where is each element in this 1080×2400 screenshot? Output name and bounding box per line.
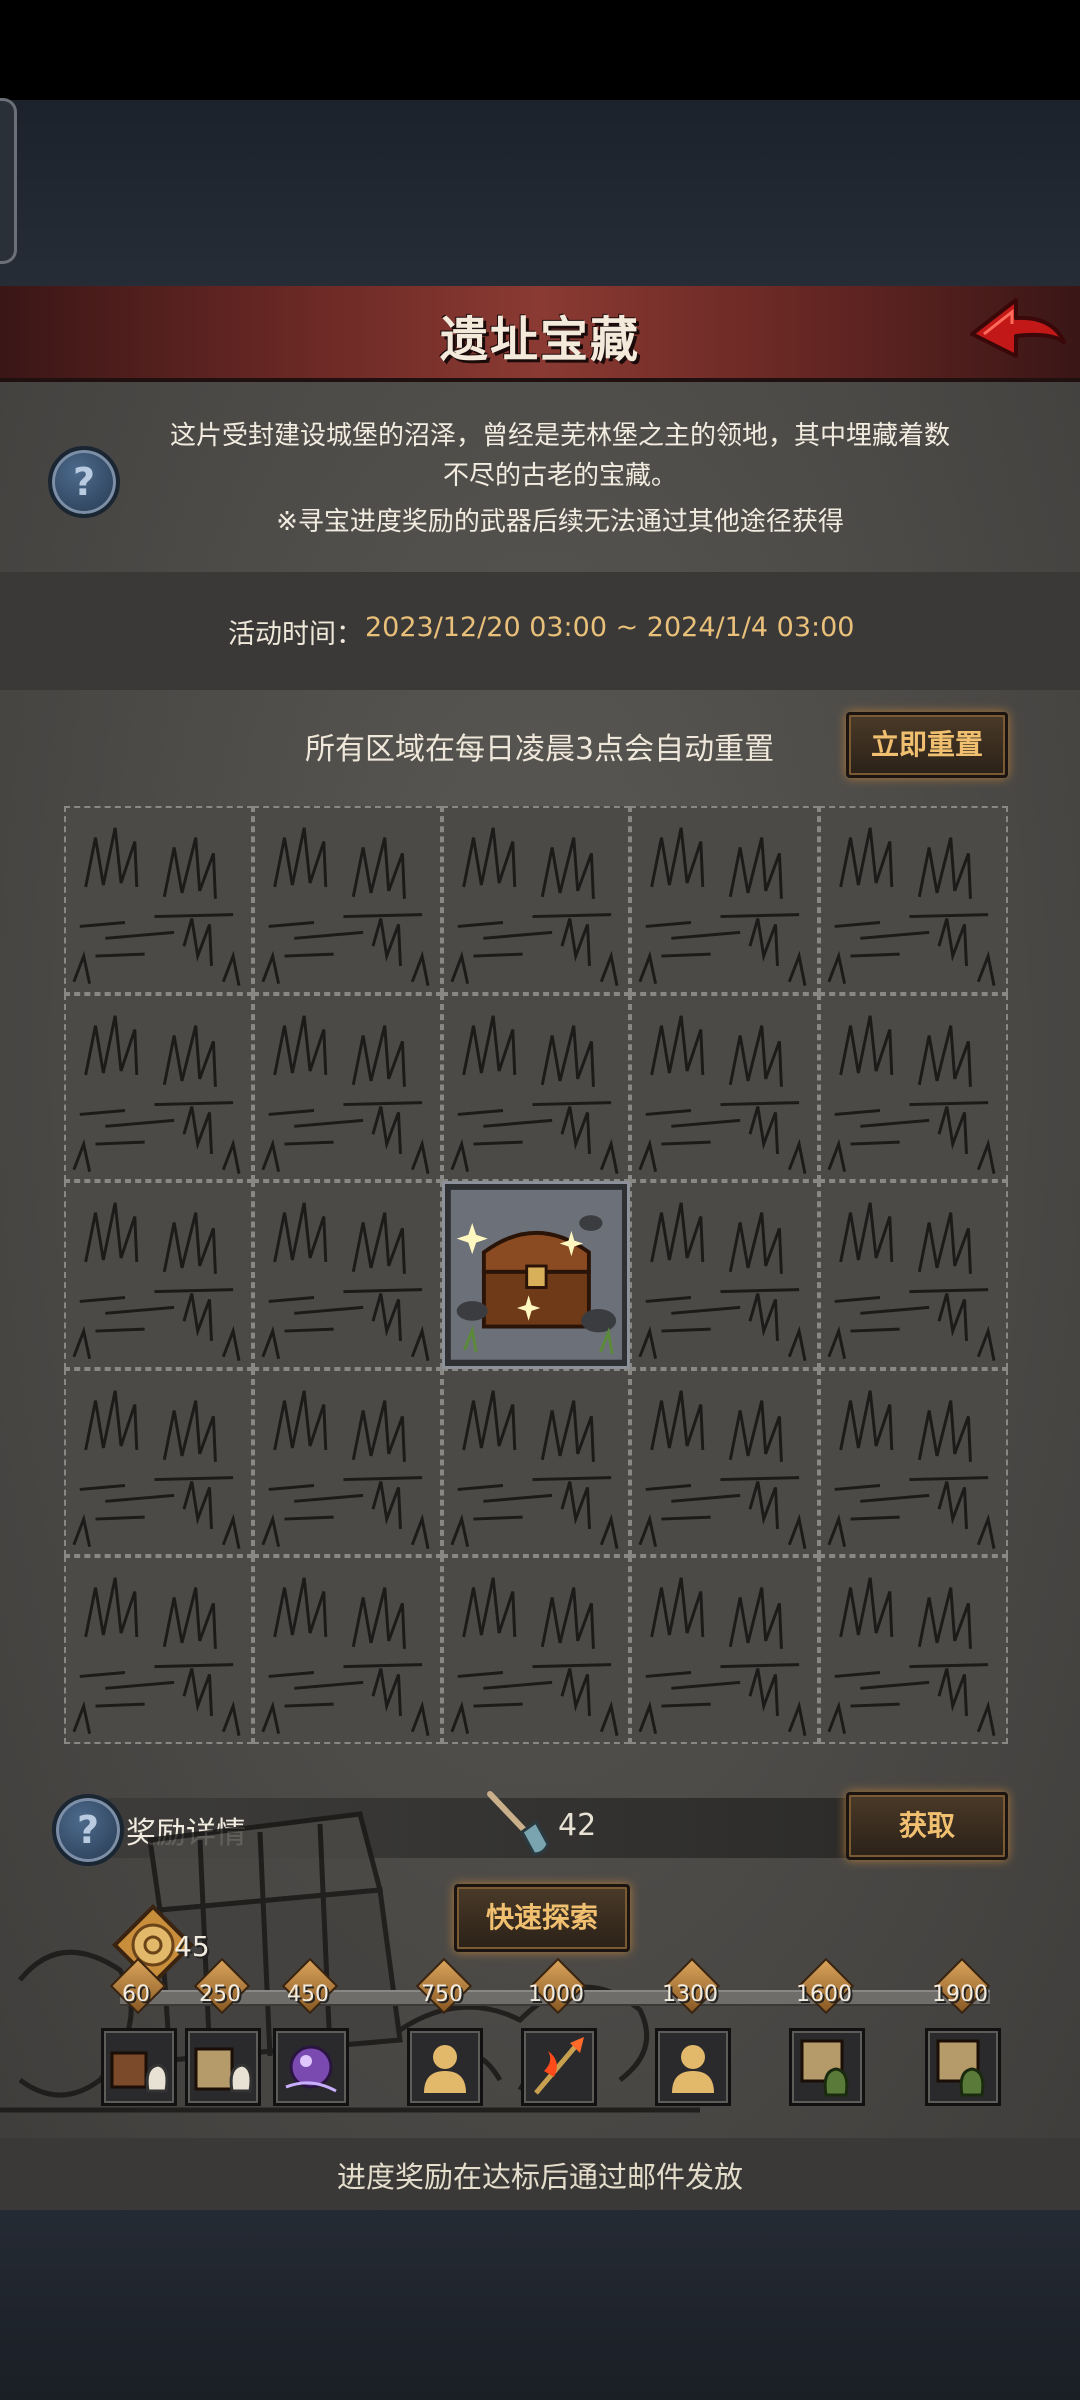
grass-icon — [72, 827, 241, 986]
grid-cell[interactable] — [819, 1181, 1008, 1369]
milestone-reward-slot[interactable] — [521, 2028, 597, 2106]
grid-cell[interactable] — [441, 993, 631, 1182]
reset-note: 所有区域在每日凌晨3点会自动重置 — [305, 732, 775, 767]
grid-cell[interactable] — [441, 1556, 631, 1744]
treasure-chest-icon — [450, 1190, 622, 1360]
grass-icon — [261, 1015, 430, 1174]
grass-icon — [261, 1202, 430, 1362]
intro-text-line1: 这片受封建设城堡的沼泽，曾经是芜林堡之主的领地，其中埋藏着数 — [169, 421, 950, 451]
milestone-reward-slot[interactable] — [407, 2028, 483, 2106]
grid-cell[interactable] — [64, 1181, 253, 1369]
chest-and-bag-icon — [194, 2047, 253, 2093]
page-title: 遗址宝藏 — [439, 312, 640, 368]
grid-cell[interactable] — [819, 993, 1008, 1182]
chest-and-green-bag-icon — [800, 2039, 849, 2097]
milestone-value: 1300 — [662, 1982, 718, 2007]
grass-icon — [450, 827, 619, 986]
grid-cell[interactable] — [64, 1556, 253, 1744]
grid-cell-treasure[interactable] — [441, 1181, 631, 1369]
footer-text: 进度奖励在达标后通过邮件发放 — [336, 2160, 743, 2194]
grid-cell[interactable] — [252, 1181, 442, 1369]
milestone-value: 1600 — [796, 1982, 852, 2007]
grid-cell[interactable] — [630, 1181, 820, 1369]
quick-explore-button[interactable]: 快速探索 — [454, 1884, 630, 1952]
grid-cell[interactable] — [819, 1368, 1008, 1557]
grid-cell[interactable] — [64, 1368, 253, 1557]
grass-icon — [72, 1202, 241, 1362]
grass-icon — [827, 827, 996, 986]
event-time-label: 活动时间： — [228, 619, 363, 650]
grid-cell[interactable] — [630, 1368, 820, 1557]
grass-icon — [827, 1015, 996, 1174]
grid-cell[interactable] — [630, 806, 820, 994]
grass-icon — [72, 1577, 241, 1737]
grid-cell[interactable] — [819, 806, 1008, 994]
back-arrow-icon — [970, 298, 1066, 358]
top-background — [0, 100, 1080, 290]
grass-icon — [638, 1015, 807, 1174]
grid-cell[interactable] — [630, 993, 820, 1182]
get-button[interactable]: 获取 — [846, 1792, 1008, 1860]
grass-icon — [450, 1390, 619, 1549]
grass-icon — [261, 827, 430, 986]
intro-note: ※寻宝进度奖励的武器后续无法通过其他途径获得 — [276, 507, 844, 537]
grass-icon — [72, 1015, 241, 1174]
milestone-reward-slot[interactable] — [185, 2028, 261, 2106]
milestone-value: 750 — [421, 1982, 463, 2007]
status-bar — [0, 0, 1080, 100]
grass-icon — [638, 827, 807, 986]
grid-cell[interactable] — [252, 1368, 442, 1557]
unknown-character-icon — [672, 2045, 714, 2093]
milestone-value: 60 — [122, 1982, 150, 2007]
milestone-reward-slot[interactable] — [789, 2028, 865, 2106]
grass-icon — [261, 1577, 430, 1737]
side-tab[interactable] — [0, 98, 17, 264]
milestone-value: 1900 — [932, 1982, 988, 2007]
treasure-grid — [64, 806, 1008, 1744]
grass-icon — [638, 1390, 807, 1549]
grid-cell[interactable] — [630, 1556, 820, 1744]
grass-icon — [827, 1577, 996, 1737]
bottom-background — [0, 2206, 1080, 2400]
grass-icon — [261, 1390, 430, 1549]
grass-icon — [638, 1202, 807, 1362]
grid-cell[interactable] — [252, 806, 442, 994]
milestone-value: 1000 — [528, 1982, 584, 2007]
chest-and-green-bag-icon — [936, 2039, 985, 2097]
milestone-reward-slot[interactable] — [655, 2028, 731, 2106]
grass-icon — [827, 1202, 996, 1362]
intro-text-line2: 不尽的古老的宝藏。 — [442, 461, 677, 491]
milestone-reward-slot[interactable] — [925, 2028, 1001, 2106]
grass-icon — [827, 1390, 996, 1549]
milestone-reward-slot[interactable] — [273, 2028, 349, 2106]
grid-cell[interactable] — [252, 1556, 442, 1744]
grass-icon — [638, 1577, 807, 1737]
grid-cell[interactable] — [64, 806, 253, 994]
grid-cell[interactable] — [441, 806, 631, 994]
unknown-character-icon — [424, 2045, 466, 2093]
purple-orb-icon — [285, 2045, 337, 2093]
grid-cell[interactable] — [252, 993, 442, 1182]
grid-cell[interactable] — [64, 993, 253, 1182]
progress-value: 45 — [174, 1930, 210, 1963]
intro-help-button[interactable]: ? — [48, 446, 120, 518]
back-button[interactable] — [966, 290, 1070, 374]
grid-cell[interactable] — [819, 1556, 1008, 1744]
milestone-value: 250 — [199, 1982, 241, 2007]
grass-icon — [450, 1577, 619, 1737]
flame-spear-icon — [534, 2037, 584, 2095]
grass-icon — [72, 1390, 241, 1549]
grid-cell[interactable] — [441, 1368, 631, 1557]
grass-icon — [450, 1015, 619, 1174]
event-time-value: 2023/12/20 03:00 ~ 2024/1/4 03:00 — [365, 612, 855, 643]
reset-now-button[interactable]: 立即重置 — [846, 712, 1008, 778]
milestone-value: 450 — [287, 1982, 329, 2007]
title-bar: 遗址宝藏 — [0, 286, 1080, 382]
crate-and-bag-icon — [110, 2051, 169, 2093]
milestone-reward-slot[interactable] — [101, 2028, 177, 2106]
